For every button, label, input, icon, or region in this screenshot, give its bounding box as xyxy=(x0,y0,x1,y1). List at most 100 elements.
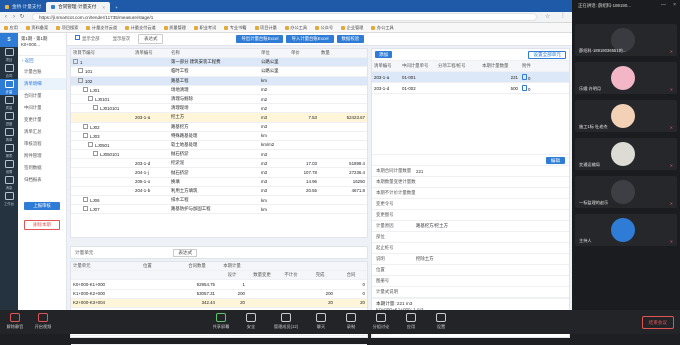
nav-item-8[interactable]: 消息 xyxy=(0,175,18,191)
grid-cell[interactable]: 20 xyxy=(305,300,335,305)
nav-item-1[interactable]: 合同 xyxy=(0,63,18,79)
tree-row[interactable]: LJ07 路基防护与加固工程 km xyxy=(71,205,367,215)
grid-cell[interactable]: 0 xyxy=(335,282,367,287)
show-level-toggle[interactable]: 显示层次 xyxy=(108,35,136,43)
detail-value[interactable]: 挖除土方 xyxy=(416,256,569,262)
tree-row[interactable]: 101 临时工程 公路公里 xyxy=(71,67,367,77)
bookmark-item[interactable]: 项目搜索 xyxy=(52,25,82,31)
grid-cell[interactable]: 1 xyxy=(217,282,247,287)
participant-tile[interactable]: ✕ 施工1标 杜老杰 xyxy=(575,100,677,132)
attachment-cell[interactable]: 0 xyxy=(520,84,560,92)
tree-row[interactable]: LJ01 场地清理 m2 xyxy=(71,86,367,95)
window-close-icon[interactable]: × xyxy=(673,2,676,8)
tree-toggle-icon[interactable] xyxy=(78,77,83,83)
tree-toggle-icon[interactable] xyxy=(73,59,78,65)
back-link[interactable]: ‹ 返回 xyxy=(18,56,66,66)
back-icon[interactable]: ‹ xyxy=(2,14,10,20)
sidebar-item[interactable]: 变更计量 xyxy=(18,114,66,126)
grid-cell[interactable]: 20 xyxy=(335,300,367,305)
bookmark-item[interactable]: 公众号 xyxy=(311,25,337,31)
bookmark-item[interactable]: 专业书籍 xyxy=(220,25,250,31)
members-button[interactable]: 管理成员(12) xyxy=(270,313,302,330)
reload-icon[interactable]: ↻ xyxy=(18,13,26,20)
tree-row[interactable]: 205-1-o 换填 m3 14.96 16250 xyxy=(71,178,367,187)
tree-row[interactable]: LJ0101 清理与掘除 m2 xyxy=(71,95,367,105)
tree-row[interactable]: LJ06 排水工程 km xyxy=(71,196,367,206)
participant-tile[interactable]: ✕ 乐娥 许明月 xyxy=(575,62,677,94)
apps-button[interactable]: 应用 xyxy=(400,313,422,330)
tree-toggle-icon[interactable] xyxy=(83,123,88,129)
forward-icon[interactable]: › xyxy=(10,14,18,20)
breakout-button[interactable]: 分组讨论 xyxy=(370,313,392,330)
mute-button[interactable]: 解除静音 xyxy=(4,313,26,330)
tree-row[interactable]: LJ0501 软土地基处理 km/m2 xyxy=(71,141,367,151)
settings-button[interactable]: 设置 xyxy=(430,313,452,330)
tree-toggle-icon[interactable] xyxy=(93,105,98,111)
participant-tile[interactable]: ✕ 主持人 xyxy=(575,214,677,246)
nav-item-2[interactable]: 计量 xyxy=(0,79,18,95)
grid-row[interactable]: K2+000-K3+004 342.44 20 20 20 xyxy=(71,298,367,308)
tree-toggle-icon[interactable] xyxy=(88,96,93,102)
share-screen-button[interactable]: 共享屏幕 xyxy=(210,313,232,330)
sidebar-item[interactable]: 合同计量 xyxy=(18,90,66,102)
end-meeting-button[interactable]: 结束会议 xyxy=(641,316,674,329)
tree-row[interactable]: LJ010101 清理现场 m2 xyxy=(71,104,367,114)
participant-tile[interactable]: ✕ 交通运输局 xyxy=(575,138,677,170)
export-excel-button[interactable]: 导出计量台账Excel xyxy=(236,35,284,43)
record-button[interactable]: 录制 xyxy=(340,313,362,330)
grid-row[interactable]: K6+000-K7+000 33936.6 xyxy=(71,336,367,345)
tree-row[interactable]: LJ02 路基挖方 m3 xyxy=(71,123,367,132)
grid-cell[interactable]: 0 xyxy=(335,291,367,296)
tree-row[interactable]: 204-1-b 利用土方填筑 m3 20.55 4671.8 xyxy=(71,187,367,196)
bookmark-item[interactable]: 企业管理 xyxy=(337,25,367,31)
grid-row[interactable]: K0+000-K1+000 92954.75 1 0 xyxy=(71,280,367,290)
bookmark-item[interactable]: 资料备案 xyxy=(22,25,52,31)
show-all-toggle[interactable]: 显示全部 xyxy=(70,35,105,43)
bookmark-item[interactable]: 办公工具 xyxy=(281,25,311,31)
video-button[interactable]: 开启视频 xyxy=(32,313,54,330)
bookmark-item[interactable]: 办公工具 xyxy=(367,25,397,31)
nav-item-6[interactable]: 报表 xyxy=(0,143,18,159)
tree-toggle-icon[interactable] xyxy=(83,86,88,92)
attachment-cell[interactable]: 0 xyxy=(520,73,560,81)
mode-select[interactable]: 表达式 xyxy=(138,34,164,44)
tree-row[interactable]: 102 路基工程 km xyxy=(71,76,367,86)
nav-item-3[interactable]: 质量 xyxy=(0,95,18,111)
add-button[interactable]: 添加 xyxy=(375,51,393,58)
tree-row[interactable]: 203-1-a 挖土方 m3 7.53 52423.67 xyxy=(71,113,367,123)
browser-tab-1[interactable]: 金桥·计量支付 xyxy=(0,2,46,12)
nav-item-5[interactable]: 清单 xyxy=(0,127,18,143)
delete-stage-button[interactable]: 删除本期 xyxy=(24,220,60,230)
tree-row[interactable]: LJ03 特殊路基处理 km xyxy=(71,132,367,141)
tree-row[interactable]: 203-1-d 挖淤泥 m3 17.03 51899.4 xyxy=(71,159,367,169)
upload-button[interactable]: 上报审核 xyxy=(24,202,60,210)
validate-button[interactable]: 数据校验 xyxy=(336,35,365,43)
bookmark-item[interactable]: 应用 xyxy=(0,25,22,31)
chat-button[interactable]: 聊天 xyxy=(310,313,332,330)
set-all-units-button[interactable]: 设置全部单元 xyxy=(528,50,566,59)
bookmark-item[interactable]: 计量支付云道 xyxy=(82,25,121,31)
measure-row[interactable]: 203-1-d 01-002 500 0 xyxy=(372,83,569,94)
sidebar-item[interactable]: 计量台账 xyxy=(18,66,66,78)
grid-cell[interactable]: 200 xyxy=(305,291,335,296)
participant-tile[interactable]: ✕ 一标监理的赵乐 xyxy=(575,176,677,208)
sidebar-item[interactable]: 附件管理 xyxy=(18,150,66,162)
grid-row[interactable]: K1+000-K2+000 53057.31 200 200 0 xyxy=(71,290,367,299)
tree-toggle-icon[interactable] xyxy=(88,141,93,147)
tree-row[interactable]: 204-1-j 抛石挤淤 m3 107.78 27236.4 xyxy=(71,168,367,178)
new-tab-button[interactable]: + xyxy=(110,2,123,12)
star-icon[interactable]: ☆ xyxy=(545,13,550,20)
detail-value[interactable]: 221 xyxy=(416,169,569,174)
nav-item-9[interactable]: 工作台 xyxy=(0,191,18,207)
nav-item-0[interactable]: 项目 xyxy=(0,47,18,63)
browser-tab-2[interactable]: 合同管理·计量支付 × xyxy=(46,2,111,12)
import-excel-button[interactable]: 导入计量台账Excel xyxy=(286,35,334,43)
bookmark-item[interactable]: 质量管理 xyxy=(160,25,190,31)
menu-icon[interactable]: ⋮ xyxy=(560,12,566,19)
participant-tile[interactable]: ✕ 薛绍科-18919036551的... xyxy=(575,24,677,56)
sidebar-item[interactable]: 签到数据 xyxy=(18,162,66,174)
sidebar-item[interactable]: 清单汇总 xyxy=(18,126,66,138)
tree-row[interactable]: LJ050101 抛石挤淤 m3 xyxy=(71,150,367,160)
minimize-icon[interactable]: — xyxy=(661,2,666,8)
unit-mode-select[interactable]: 表达式 xyxy=(173,248,198,257)
